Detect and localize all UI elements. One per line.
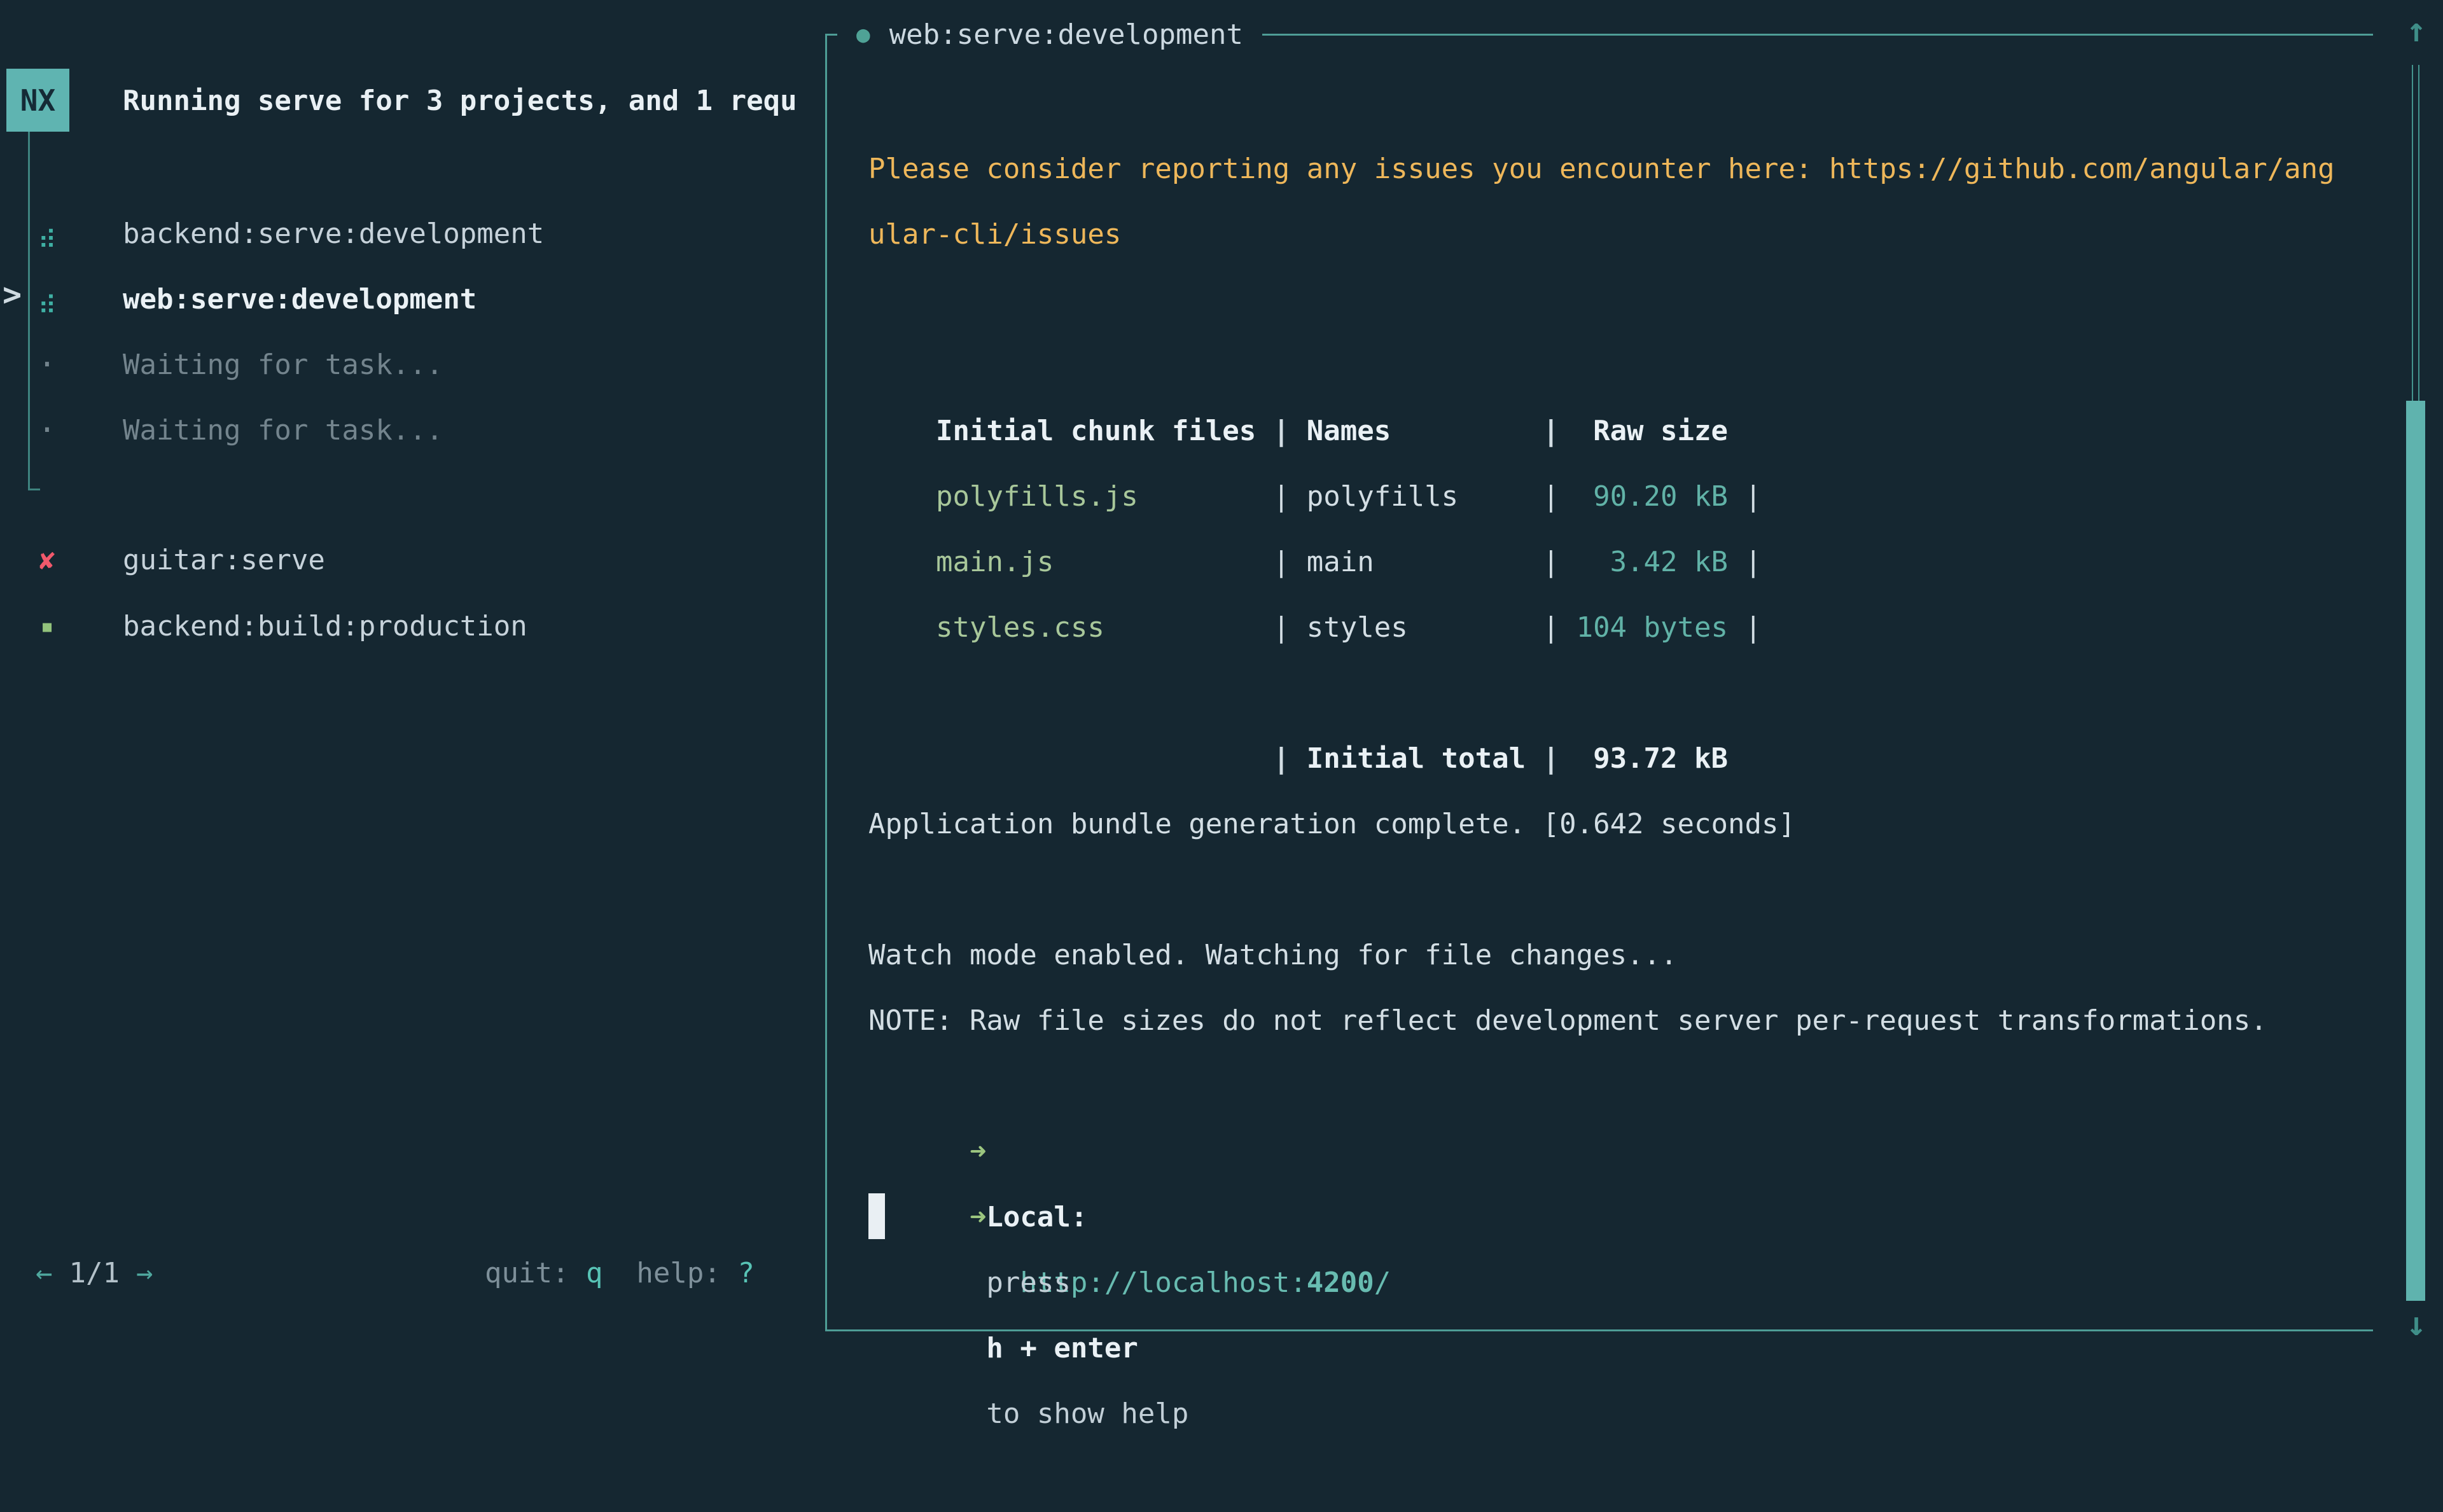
output-panel-title-text: web:serve:development [889,18,1243,51]
help-keys: h + enter [986,1332,1138,1364]
arrow-icon: ➜ [970,1135,987,1168]
pipe: | [1273,546,1290,578]
task-row-waiting-2[interactable]: · Waiting for task... [0,397,821,463]
pipe: | [1543,546,1560,578]
chunk-name: polyfills [1290,464,1542,529]
url-port: 4200 [1307,1266,1374,1299]
pipe: | [1744,611,1762,644]
scroll-down-arrow-icon[interactable]: ↓ [2396,1305,2437,1343]
page-indicator: 1/1 [69,1257,120,1289]
bundle-complete-line: Application bundle generation complete. … [868,791,2373,857]
keyboard-hints: quit: q help: ? [485,1250,755,1296]
help-suffix: to show help [986,1398,1188,1430]
pagination: ← 1/1 → [36,1250,153,1296]
chunk-table-total-row: |Initial total|93.72 kB [868,660,2373,726]
task-label: backend:serve:development [123,218,544,250]
pipe: | [1543,742,1560,775]
arrow-icon: ➜ [970,1201,987,1233]
task-row-guitar-serve[interactable]: ✘ guitar:serve [0,527,821,593]
local-label: Local: [986,1201,1087,1233]
chunk-file: styles.css [936,595,1273,660]
total-label: Initial total [1290,726,1542,791]
chunk-name: styles [1290,595,1542,660]
help-label: help: [636,1257,720,1289]
pipe: | [1543,611,1560,644]
sidebar-header: Running serve for 3 projects, and 1 requ [123,85,818,120]
chunk-size: 104 bytes [1559,595,1728,660]
chunk-name: main [1290,529,1542,595]
chunk-file: polyfills.js [936,464,1273,529]
chunk-file: main.js [936,529,1273,595]
help-key: ? [737,1257,755,1289]
pipe: | [1744,480,1762,513]
issue-notice-line-2: ular-cli/issues [868,202,2373,267]
pipe: | [1543,480,1560,513]
local-url-line: ➜ Local: http://localhost:4200/ [868,1053,2373,1119]
pipe: | [1273,611,1290,644]
task-label: web:serve:development [123,283,477,316]
total-size: 93.72 kB [1559,726,1728,791]
task-row-web-serve-selected[interactable]: ⣴ web:serve:development [0,266,821,332]
watch-mode-line: Watch mode enabled. Watching for file ch… [868,922,2373,988]
nx-logo: NX [6,69,69,132]
col-header-names: Names [1290,398,1542,464]
chunk-table-header: Initial chunk files|Names|Raw size [868,333,2373,398]
spinner-icon: ⣴ [29,284,65,314]
quit-label: quit: [485,1257,569,1289]
terminal-output: Please consider reporting any issues you… [868,136,2373,1239]
prev-page-arrow-icon[interactable]: ← [36,1257,53,1289]
quit-key: q [586,1257,603,1289]
note-line: NOTE: Raw file sizes do not reflect deve… [868,988,2373,1053]
help-prefix: press [986,1266,1070,1299]
task-row-backend-serve[interactable]: ⣴ backend:serve:development [0,200,821,267]
task-label: guitar:serve [123,544,325,576]
col-header-files: Initial chunk files [936,398,1273,464]
chunk-size: 90.20 kB [1559,464,1728,529]
task-label: backend:build:production [123,610,527,642]
task-label: Waiting for task... [123,349,443,381]
local-url-link[interactable]: http://localhost:4200/ [1020,1266,1391,1299]
help-hint-line: ➜ press h + enter to show help [868,1119,2373,1184]
pipe: | [1543,415,1560,447]
task-row-backend-build[interactable]: ▪ backend:build:production [0,593,821,659]
col-header-size: Raw size [1559,398,1728,464]
next-page-arrow-icon[interactable]: → [136,1257,153,1289]
terminal-cursor [868,1193,885,1239]
output-panel-title: ● web:serve:development [837,9,1262,60]
pipe: | [1273,742,1290,775]
spinner-icon: ⣴ [29,219,65,248]
task-row-waiting-1[interactable]: · Waiting for task... [0,331,821,398]
pipe: | [1273,480,1290,513]
issue-notice-line-1: Please consider reporting any issues you… [868,136,2373,202]
task-label: Waiting for task... [123,414,443,447]
running-dot-icon: ● [856,22,870,48]
pipe: | [1273,415,1290,447]
scroll-up-arrow-icon[interactable]: ↑ [2396,11,2437,50]
pipe: | [1744,546,1762,578]
success-square-icon: ▪ [29,613,65,639]
waiting-dot-icon: · [29,347,65,382]
scrollbar-track[interactable] [2412,65,2419,402]
waiting-dot-icon: · [29,412,65,448]
chunk-size: 3.42 kB [1559,529,1728,595]
url-suffix: / [1374,1266,1391,1299]
failed-cross-icon: ✘ [29,544,65,576]
scrollbar-thumb[interactable] [2406,401,2425,1301]
